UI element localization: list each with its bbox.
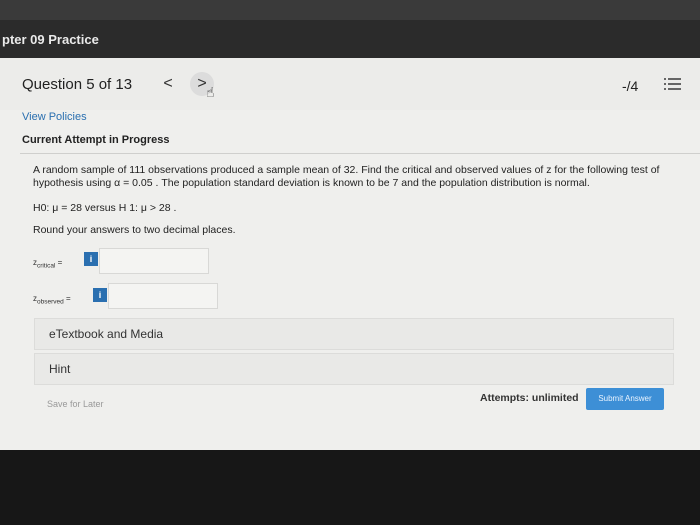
- etextbook-label: eTextbook and Media: [49, 327, 164, 341]
- z-critical-subscript: critical: [37, 262, 56, 270]
- list-icon: [664, 78, 681, 90]
- submit-answer-button[interactable]: Submit Answer: [586, 388, 664, 410]
- question-content: View Policies Current Attempt in Progres…: [0, 110, 700, 450]
- attempts-label: Attempts: unlimited: [480, 392, 579, 404]
- z-observed-label: zobserved =: [33, 294, 71, 306]
- current-attempt-label: Current Attempt in Progress: [22, 134, 170, 146]
- z-observed-input[interactable]: [108, 283, 218, 309]
- top-bezel: [0, 0, 700, 20]
- previous-question-button[interactable]: <: [156, 72, 180, 96]
- z-observed-subscript: observed: [37, 298, 64, 306]
- save-for-later-button[interactable]: Save for Later: [47, 399, 104, 409]
- divider: [20, 153, 700, 154]
- z-observed-equals: =: [63, 294, 71, 303]
- assignment-title: pter 09 Practice: [2, 32, 99, 47]
- question-header: Question 5 of 13 < > ☝ -/4: [0, 58, 700, 111]
- question-score: -/4: [622, 78, 639, 94]
- z-critical-input[interactable]: [99, 248, 209, 274]
- app-topbar: pter 09 Practice: [0, 20, 700, 58]
- question-text: A random sample of 111 observations prod…: [33, 164, 660, 189]
- hint-panel[interactable]: Hint: [34, 353, 674, 385]
- bottom-bezel: [0, 450, 700, 525]
- z-observed-info-icon[interactable]: i: [93, 288, 107, 302]
- hint-label: Hint: [49, 362, 71, 376]
- hand-cursor-icon: ☝: [206, 84, 215, 100]
- question-list-icon[interactable]: [664, 76, 681, 92]
- rounding-instruction: Round your answers to two decimal places…: [33, 224, 236, 236]
- view-policies-link[interactable]: View Policies: [22, 111, 87, 123]
- question-counter: Question 5 of 13: [22, 76, 133, 93]
- hypothesis-text: H0: μ = 28 versus H 1: μ > 28 .: [33, 202, 177, 214]
- screen: pter 09 Practice Question 5 of 13 < > ☝ …: [0, 0, 700, 525]
- z-critical-equals: =: [55, 258, 63, 267]
- z-critical-label: zcritical =: [33, 258, 62, 270]
- z-critical-info-icon[interactable]: i: [84, 252, 98, 266]
- etextbook-panel[interactable]: eTextbook and Media: [34, 318, 674, 350]
